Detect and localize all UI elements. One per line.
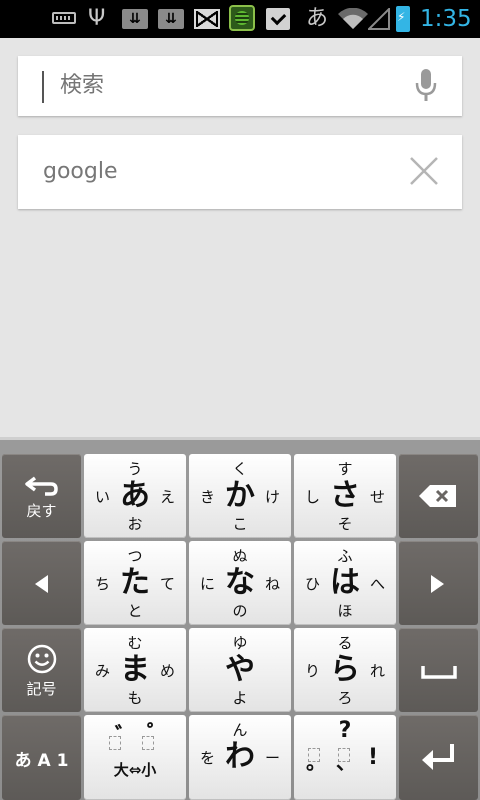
arrow-left-icon (35, 575, 48, 593)
gmail-icon (194, 9, 220, 29)
key-ra-up: る (337, 634, 353, 652)
key-sa-down: そ (337, 515, 353, 533)
key-ya-down: よ (232, 689, 248, 707)
wifi-icon (338, 8, 368, 29)
space-icon (421, 666, 457, 679)
key-wa-right: ー (264, 749, 280, 767)
key-wa-up: ん (232, 721, 248, 739)
search-box[interactable] (18, 56, 462, 116)
key-ta-up: つ (127, 547, 143, 565)
backspace-icon (419, 485, 456, 507)
undo-icon (25, 476, 58, 496)
key-a[interactable]: う い あ え お (84, 454, 186, 538)
undo-label: 戻す (26, 502, 57, 520)
space-key[interactable] (399, 628, 478, 712)
key-ma-right: め (159, 662, 175, 680)
arrow-right-icon (431, 575, 444, 593)
dakuten-mark: ゛ (115, 724, 138, 749)
key-punctuation[interactable]: ? 。 、 ! (294, 715, 396, 800)
enter-key[interactable] (399, 715, 478, 800)
cursor-left-key[interactable] (2, 541, 81, 625)
key-ka[interactable]: く き か け こ (189, 454, 291, 538)
cursor-right-key[interactable] (399, 541, 478, 625)
search-input[interactable] (60, 69, 360, 103)
keyboard-icon (52, 12, 76, 24)
key-punct-up: ? (338, 718, 352, 743)
key-ta-right: て (159, 575, 175, 593)
query-card[interactable]: google (18, 135, 462, 209)
key-ka-right: け (264, 488, 280, 506)
key-a-right: え (159, 488, 175, 506)
close-icon[interactable] (408, 155, 440, 187)
key-ta-down: と (127, 602, 143, 620)
signal-icon (368, 8, 390, 30)
key-ha-up: ふ (337, 547, 353, 565)
key-ma[interactable]: む み ま め も (84, 628, 186, 712)
key-ha[interactable]: ふ ひ は へ ほ (294, 541, 396, 625)
key-sa[interactable]: す し さ せ そ (294, 454, 396, 538)
case-toggle-label: 大⇔小 (113, 761, 157, 779)
key-ya-main: や (225, 652, 255, 687)
key-ka-down: こ (232, 515, 248, 533)
key-ma-down: も (127, 689, 143, 707)
key-punct-left: 。 (306, 750, 326, 774)
handakuten-mark: ゜ (147, 722, 170, 747)
clock: 1:35 (420, 6, 472, 32)
backspace-key[interactable] (399, 454, 478, 538)
key-sa-right: せ (369, 488, 385, 506)
japanese-ime-icon: あ (306, 6, 329, 31)
key-ta[interactable]: つ ち た て と (84, 541, 186, 625)
key-ka-up: く (232, 460, 248, 478)
key-na[interactable]: ぬ に な ね の (189, 541, 291, 625)
key-na-down: の (232, 602, 248, 620)
key-ma-up: む (127, 634, 143, 652)
key-ra-down: ろ (337, 689, 353, 707)
text-cursor (42, 71, 44, 103)
input-mode-label: あ A 1 (14, 751, 69, 771)
key-ra-right: れ (369, 662, 385, 680)
key-ha-down: ほ (337, 602, 353, 620)
key-punct-right: ! (368, 745, 379, 770)
key-wa[interactable]: ん を わ ー (189, 715, 291, 800)
key-sa-up: す (337, 460, 353, 478)
key-ha-right: へ (369, 575, 385, 593)
flick-keyboard: 戻す う い あ え お く き か け こ す し さ せ そ つ ち た て… (0, 437, 480, 800)
download-icon: ⇊ (122, 9, 148, 29)
key-ya-up: ゆ (232, 634, 248, 652)
enter-icon (422, 744, 454, 770)
key-punct-mid: 、 (336, 750, 356, 774)
smiley-icon (27, 644, 57, 674)
microphone-icon[interactable] (414, 68, 438, 104)
input-mode-key[interactable]: あ A 1 (2, 715, 81, 800)
key-na-up: ぬ (232, 547, 248, 565)
key-ya[interactable]: ゆ や よ (189, 628, 291, 712)
symbol-key[interactable]: 記号 (2, 628, 81, 712)
key-a-up: う (127, 460, 143, 478)
market-icon (266, 8, 290, 30)
query-text[interactable]: google (43, 157, 118, 187)
key-ra[interactable]: る り ら れ ろ (294, 628, 396, 712)
key-na-right: ね (264, 575, 280, 593)
key-a-down: お (127, 515, 143, 533)
key-dakuten[interactable]: ゛ ゜ 大⇔小 (84, 715, 186, 800)
symbol-label: 記号 (26, 680, 57, 698)
battery-charging-icon (396, 6, 410, 32)
app-icon (229, 5, 255, 31)
undo-key[interactable]: 戻す (2, 454, 81, 538)
download-icon: ⇊ (158, 9, 184, 29)
status-bar: Ψ ⇊ ⇊ あ 1:35 (0, 0, 480, 38)
usb-icon: Ψ (88, 6, 106, 31)
